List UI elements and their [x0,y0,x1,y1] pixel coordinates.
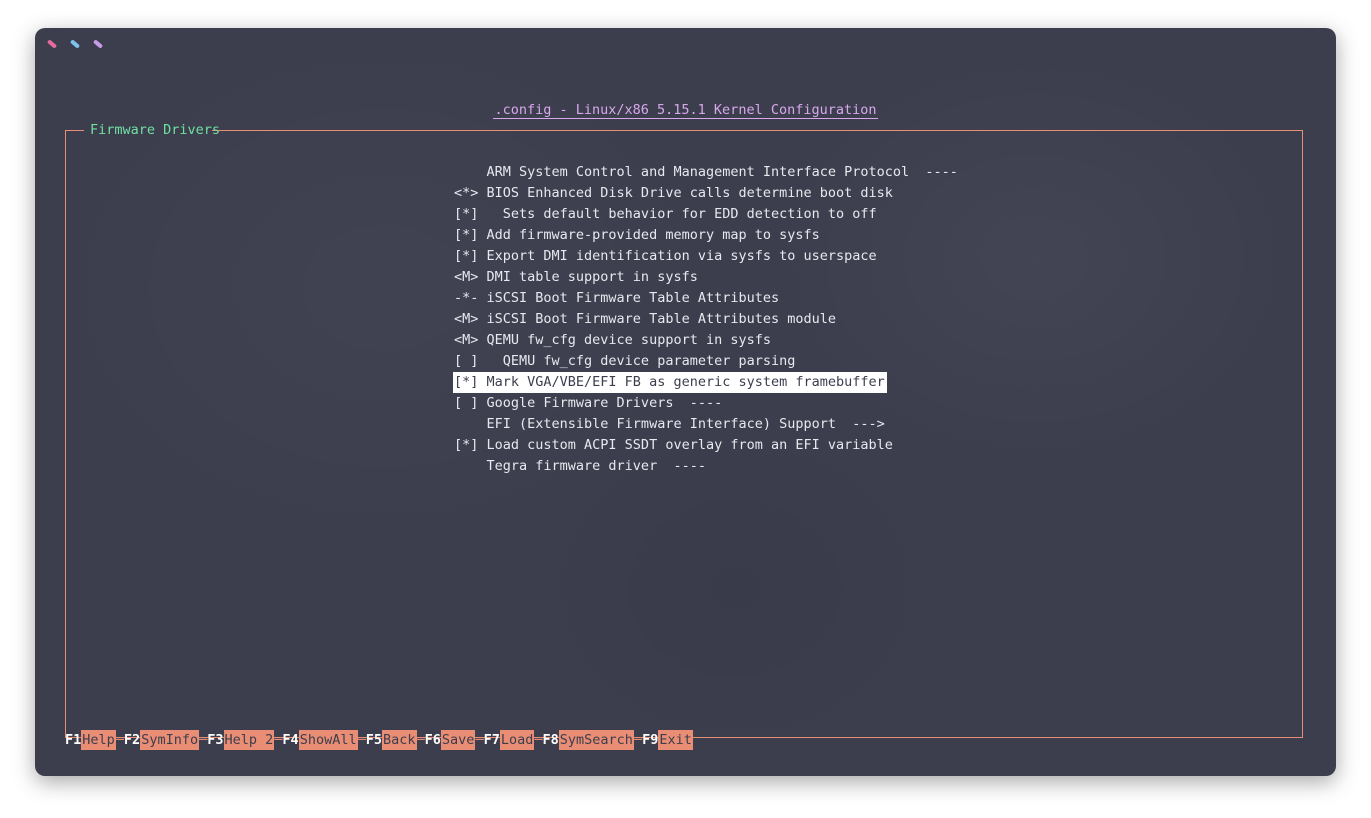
fkey-code: F9 [642,732,659,748]
f4-showall-button[interactable]: F4 ShowAll [282,730,358,750]
menu-item[interactable]: [ ] QEMU fw_cfg device parameter parsing [453,351,887,372]
f6-save-button[interactable]: F6 Save [425,730,476,750]
menu-item[interactable]: Tegra firmware driver ---- [453,456,887,477]
menu-item[interactable]: <M> iSCSI Boot Firmware Table Attributes… [453,309,887,330]
fkey-label: SymSearch [558,730,634,750]
menu-item[interactable]: [*] Sets default behavior for EDD detect… [453,204,887,225]
f3-help2-button[interactable]: F3 Help 2 [207,730,275,750]
f7-load-button[interactable]: F7 Load [484,730,535,750]
menu-item[interactable]: ARM System Control and Management Interf… [453,162,958,183]
fkey-code: F1 [65,732,82,748]
menu-item-selected[interactable]: [*] Mark VGA/VBE/EFI FB as generic syste… [453,372,887,393]
f5-back-button[interactable]: F5 Back [366,730,417,750]
menu-item[interactable]: <M> QEMU fw_cfg device support in sysfs [453,330,887,351]
fkey-separator: ─ [274,732,283,748]
panel-title: Firmware Drivers [90,122,221,138]
menu-item[interactable]: [*] Add firmware-provided memory map to … [453,225,887,246]
menu-item[interactable]: <*> BIOS Enhanced Disk Drive calls deter… [453,183,893,204]
fkey-separator: ─ [357,732,366,748]
minimize-dot[interactable] [69,39,81,49]
fkey-label: Help [81,730,116,750]
menu-list: ARM System Control and Management Interf… [453,162,958,477]
fkey-code: F2 [123,732,141,748]
f1-help-button[interactable]: F1 Help [65,730,116,750]
fkey-code: F5 [365,732,382,748]
menu-item[interactable]: [*] Load custom ACPI SSDT overlay from a… [453,435,893,456]
menu-item[interactable]: <M> DMI table support in sysfs [453,267,887,288]
fkey-label: SymInfo [140,730,200,750]
fkey-label: Load [499,730,535,750]
config-title: .config - Linux/x86 5.15.1 Kernel Config… [35,101,1336,119]
fkey-label: Save [440,730,476,750]
config-title-text: .config - Linux/x86 5.15.1 Kernel Config… [493,102,878,119]
fkey-code: F7 [483,732,500,748]
fkey-separator: ─ [416,732,425,748]
fkey-label: Back [382,730,417,750]
window-controls [46,38,104,49]
fkey-separator: ─ [115,732,124,748]
fkey-code: F6 [424,732,441,748]
fkey-code: F4 [282,732,299,748]
f2-syminfo-button[interactable]: F2 SymInfo [123,730,200,750]
function-key-bar: F1 Help ─ F2 SymInfo ─ F3 Help 2 ─ F4 ShowAl… [65,730,693,750]
f9-exit-button[interactable]: F9 Exit [642,730,693,750]
f8-symsearch-button[interactable]: F8 SymSearch [543,730,634,750]
menu-item[interactable]: -*- iSCSI Boot Firmware Table Attributes [453,288,887,309]
close-dot[interactable] [46,39,58,49]
menu-item[interactable]: [ ] Google Firmware Drivers ---- [453,393,887,414]
fkey-label: Help 2 [223,730,275,750]
fkey-code: F8 [542,732,559,748]
fkey-label: ShowAll [298,730,358,750]
menu-item[interactable]: [*] Export DMI identification via sysfs … [453,246,887,267]
menu-item[interactable]: EFI (Extensible Firmware Interface) Supp… [453,414,887,435]
maximize-dot[interactable] [92,39,104,49]
fkey-label: Exit [658,730,693,750]
fkey-separator: ─ [199,732,208,748]
fkey-separator: ─ [633,732,643,748]
fkey-separator: ─ [534,732,543,748]
terminal-window: .config - Linux/x86 5.15.1 Kernel Config… [35,28,1336,776]
fkey-code: F3 [207,732,224,748]
fkey-separator: ─ [475,732,484,748]
